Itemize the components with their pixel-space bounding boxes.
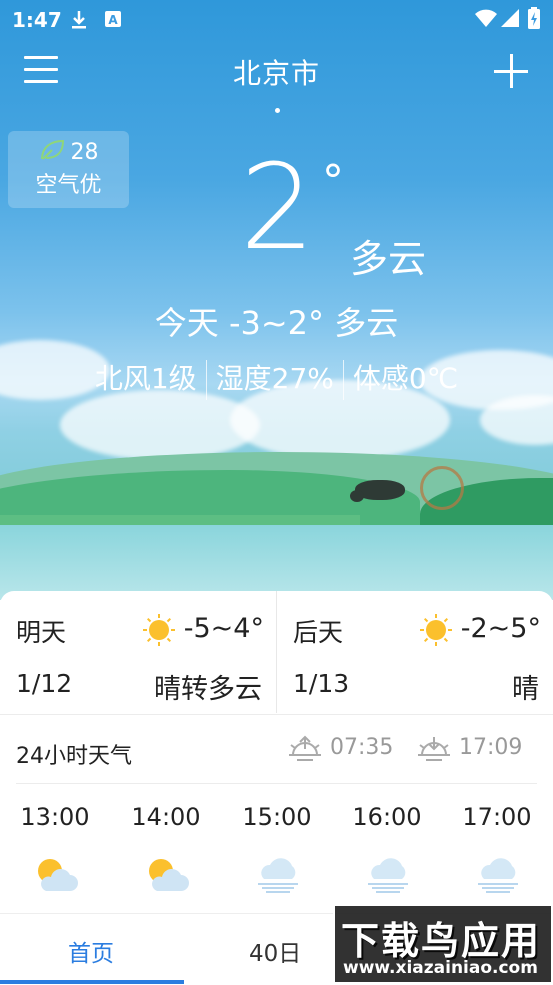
divider: [16, 783, 537, 784]
degree-symbol: °: [322, 156, 344, 207]
forecast-date: 1/13: [293, 669, 350, 698]
tab-40-day[interactable]: 40日: [249, 934, 301, 968]
forecast-temp-range: -2~5°: [460, 613, 541, 644]
tab-home[interactable]: 首页: [68, 934, 114, 968]
forecast-day-label: 后天: [293, 618, 344, 647]
wind-value: 北风1级: [94, 362, 197, 395]
haze-cloud-icon: [368, 858, 408, 893]
divider: [205, 360, 207, 400]
sunset-value: 17:09: [459, 735, 523, 760]
status-bar: 1:47 A: [0, 0, 553, 38]
hour-item[interactable]: 14:00: [121, 803, 211, 891]
svg-text:A: A: [108, 13, 118, 27]
watermark-sub-text: www.xiazainiao.com: [343, 958, 538, 978]
sunny-icon: [420, 614, 452, 646]
add-city-button[interactable]: [494, 54, 528, 88]
aqi-label: 空气优: [35, 173, 102, 198]
forecast-date: 1/12: [16, 669, 73, 698]
forecast-tomorrow[interactable]: 明天 -5~4° 1/12 晴转多云: [0, 591, 277, 713]
watermark-logo: 下载鸟应用 www.xiazainiao.com: [333, 904, 553, 984]
current-temperature: 2: [240, 138, 316, 276]
forecast-condition: 晴: [512, 674, 539, 705]
page-indicator-dot: [275, 108, 280, 113]
today-summary: 今天 -3~2° 多云: [154, 304, 399, 342]
leaf-icon: [40, 139, 64, 160]
forecast-day-label: 明天: [16, 618, 67, 647]
forecast-condition: 晴转多云: [154, 674, 262, 705]
watermark-main-text: 下载鸟应用: [341, 919, 542, 963]
hourly-title: 24小时天气: [16, 744, 132, 769]
hour-time: 14:00: [131, 803, 201, 831]
sunrise-icon: [289, 735, 321, 761]
sunset-time: 17:09: [416, 733, 522, 763]
air-quality-badge[interactable]: 28 空气优: [8, 131, 129, 208]
haze-cloud-icon: [258, 858, 298, 893]
status-time: 1:47: [12, 8, 62, 32]
city-title[interactable]: 北京市: [0, 52, 553, 92]
partly-cloudy-icon: [149, 859, 189, 891]
active-tab-indicator: [0, 980, 184, 984]
current-condition: 多云: [350, 237, 427, 281]
app-notification-icon: A: [105, 11, 121, 27]
signal-icon: [501, 9, 519, 27]
haze-cloud-icon: [478, 858, 518, 893]
download-icon: [72, 11, 86, 29]
battery-icon: [528, 7, 540, 29]
sunny-icon: [143, 614, 175, 646]
divider: [342, 360, 344, 400]
wifi-icon: [475, 9, 497, 27]
humidity-value: 湿度27%: [215, 362, 334, 395]
hour-time: 17:00: [462, 803, 532, 831]
top-header: 北京市: [0, 48, 553, 98]
forecast-temp-range: -5~4°: [183, 613, 264, 644]
lake-scenery: [0, 525, 553, 600]
feels-like-value: 体感0℃: [352, 362, 459, 395]
hour-item[interactable]: 16:00: [342, 803, 432, 893]
forecast-day-after[interactable]: 后天 -2~5° 1/13 晴: [277, 591, 553, 713]
divider: [0, 714, 553, 715]
hour-item[interactable]: 17:00: [452, 803, 542, 893]
hour-time: 13:00: [20, 803, 90, 831]
partly-cloudy-icon: [38, 859, 78, 891]
hour-time: 16:00: [352, 803, 422, 831]
waterwheel-illustration: [420, 466, 464, 510]
hour-item[interactable]: 13:00: [10, 803, 100, 891]
hour-time: 15:00: [242, 803, 312, 831]
hour-item[interactable]: 15:00: [232, 803, 322, 893]
sunset-icon: [418, 737, 450, 761]
aqi-value: 28: [70, 140, 99, 165]
sunrise-value: 07:35: [330, 735, 394, 760]
weather-details: 北风1级 湿度27% 体感0℃: [0, 357, 553, 400]
